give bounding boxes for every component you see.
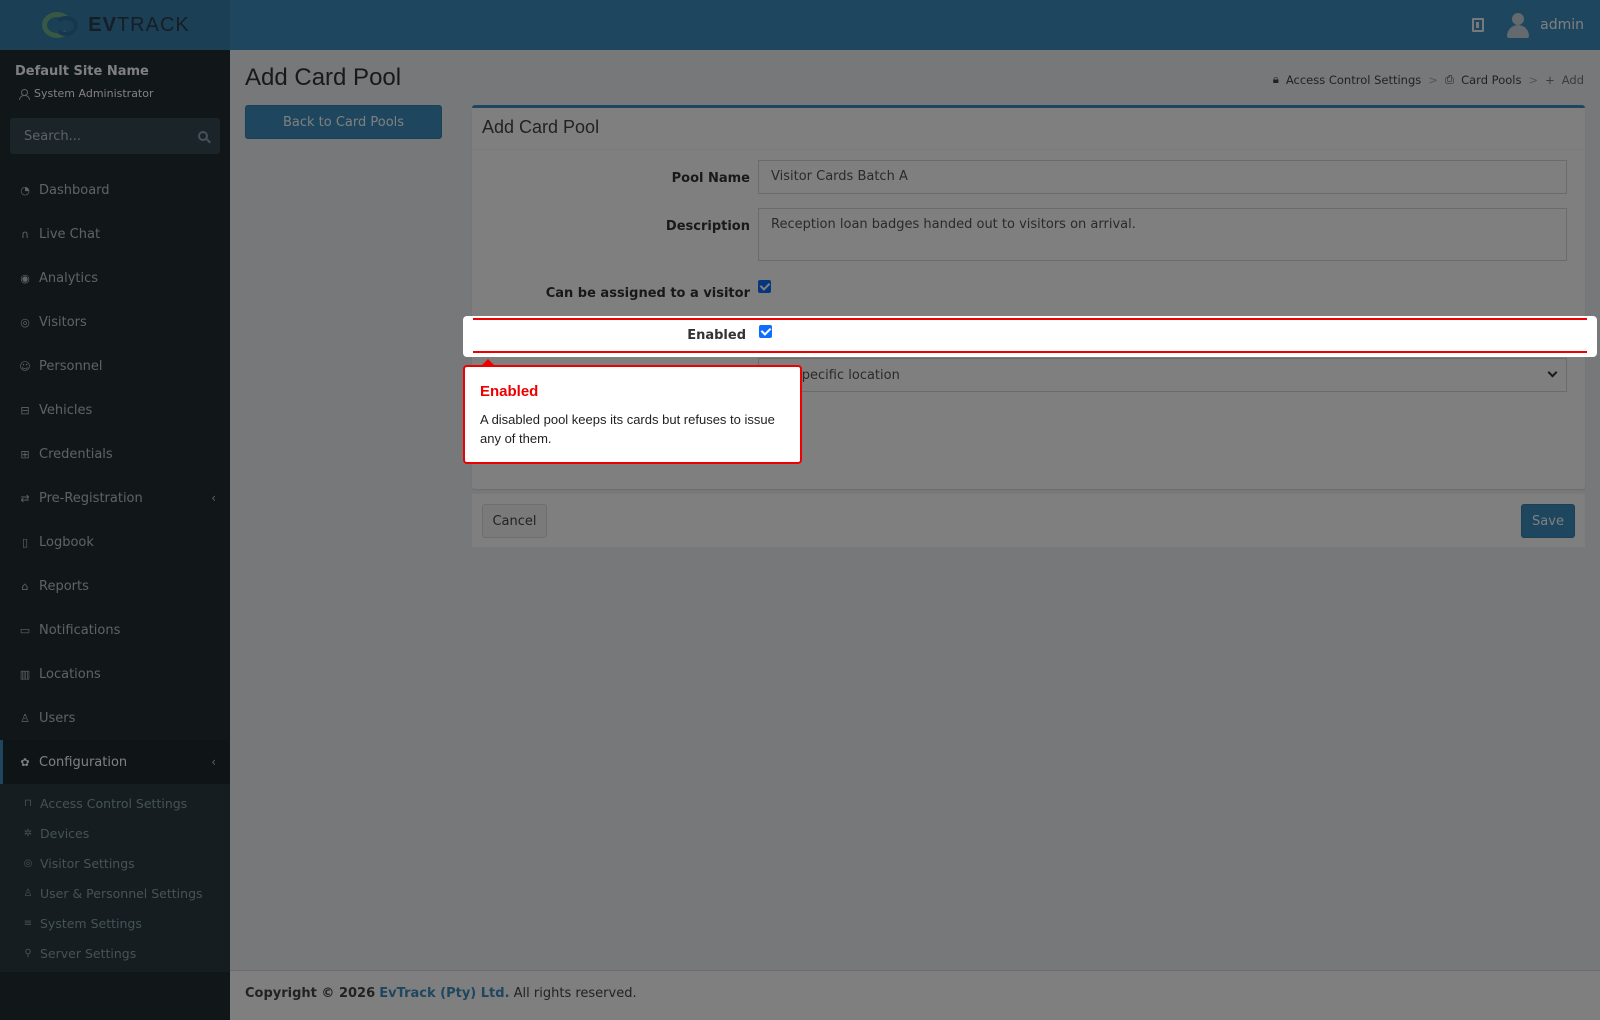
- breadcrumb-separator: >: [1428, 72, 1438, 87]
- breadcrumb-access-control-settings[interactable]: Access Control Settings: [1286, 73, 1421, 87]
- plus-icon: +: [1545, 72, 1555, 87]
- top-navbar: EVTRACK admin: [0, 0, 1600, 50]
- sidebar: Default Site Name System Administrator ◔…: [0, 50, 230, 1020]
- book-icon: ▯: [21, 535, 29, 549]
- submenu-item-user-personnel-settings[interactable]: ♙ User & Personnel Settings: [0, 878, 230, 908]
- sliders-icon: ≡: [23, 917, 33, 929]
- map-icon: ▥: [19, 667, 31, 681]
- person-icon: [19, 88, 30, 100]
- form-title: Add Card Pool: [472, 108, 1585, 150]
- back-to-card-pools-button[interactable]: Back to Card Pools: [245, 105, 442, 139]
- id-card-icon: ⊞: [20, 447, 30, 461]
- sidebar-item-vehicles[interactable]: ⊟ Vehicles: [0, 388, 230, 432]
- logo-mark-icon: [40, 10, 84, 40]
- description-textarea[interactable]: Reception loan badges handed out to visi…: [758, 208, 1567, 261]
- sidebar-search: [10, 118, 220, 154]
- sidebar-item-configuration[interactable]: ✿ Configuration ‹: [0, 740, 230, 784]
- pool-name-label: Pool Name: [671, 171, 750, 186]
- tour-tooltip: Enabled A disabled pool keeps its cards …: [463, 359, 802, 464]
- form-footer: Cancel Save: [472, 493, 1585, 547]
- submenu-item-server-settings[interactable]: ⚲ Server Settings: [0, 938, 230, 968]
- content-wrapper: Add Card Pool 🔒︎ Access Control Settings…: [230, 50, 1600, 970]
- enabled-highlight-frame: [473, 318, 1587, 353]
- submenu-item-access-control-settings[interactable]: ⊓ Access Control Settings: [0, 788, 230, 818]
- breadcrumb-separator: >: [1528, 72, 1539, 87]
- sidebar-item-credentials[interactable]: ⊞ Credentials: [0, 432, 230, 476]
- headset-icon: ∩: [20, 227, 30, 241]
- user-panel: Default Site Name System Administrator: [0, 50, 230, 106]
- building-icon[interactable]: [1472, 18, 1485, 32]
- sidebar-item-dashboard[interactable]: ◔ Dashboard: [0, 168, 230, 212]
- swap-icon: ⇄: [20, 491, 30, 505]
- chevron-down-icon: [1547, 367, 1558, 378]
- user-role: System Administrator: [34, 87, 154, 100]
- car-icon: ⊟: [20, 403, 30, 417]
- breadcrumb-add: Add: [1561, 72, 1584, 87]
- target-icon: ◉: [20, 271, 30, 285]
- tooltip-title: Enabled: [480, 383, 539, 400]
- configuration-submenu: ⊓ Access Control Settings ✲ Devices ◎ Visit…: [0, 784, 230, 972]
- cancel-button[interactable]: Cancel: [482, 504, 547, 538]
- company-link[interactable]: EvTrack (Pty) Ltd.: [379, 986, 509, 1001]
- gear-icon: ✿: [20, 755, 30, 769]
- logo[interactable]: EVTRACK: [0, 0, 230, 50]
- save-button[interactable]: Save: [1521, 504, 1575, 538]
- sidebar-item-locations[interactable]: ▥ Locations: [0, 652, 230, 696]
- sidebar-item-pre-registration[interactable]: ⇄ Pre-Registration ‹: [0, 476, 230, 520]
- chevron-left-icon: ‹: [211, 755, 216, 769]
- user-tie-icon: ☺: [19, 359, 31, 373]
- sidebar-item-reports[interactable]: ⌂ Reports: [0, 564, 230, 608]
- site-name: Default Site Name: [15, 64, 149, 79]
- submenu-item-devices[interactable]: ✲ Devices: [0, 818, 230, 848]
- chat-icon: ▭: [19, 623, 31, 637]
- sidebar-item-notifications[interactable]: ▭ Notifications: [0, 608, 230, 652]
- sidebar-item-live-chat[interactable]: ∩ Live Chat: [0, 212, 230, 256]
- avatar: [1506, 12, 1530, 38]
- enabled-row-spotlight: Enabled: [463, 316, 1597, 357]
- lock-icon: ⊓: [24, 797, 32, 809]
- lock-icon: 🔒︎: [1272, 72, 1279, 86]
- logo-text-bold: EV: [88, 13, 117, 36]
- user-menu[interactable]: admin: [1506, 12, 1584, 38]
- user-name: admin: [1540, 17, 1584, 33]
- visitor-assign-label: Can be assigned to a visitor: [545, 286, 750, 301]
- chart-icon: ⌂: [21, 579, 29, 593]
- logo-text-rest: TRACK: [116, 13, 190, 36]
- rights-text: All rights reserved.: [513, 986, 637, 1001]
- card-icon: ⎙: [1444, 72, 1455, 86]
- sidebar-item-logbook[interactable]: ▯ Logbook: [0, 520, 230, 564]
- dashboard-icon: ◔: [20, 183, 30, 197]
- description-label: Description: [665, 219, 750, 234]
- cog-icon: ✲: [23, 827, 33, 839]
- submenu-item-system-settings[interactable]: ≡ System Settings: [0, 908, 230, 938]
- pool-name-input[interactable]: Visitor Cards Batch A: [758, 160, 1567, 194]
- wrench-icon: ⚲: [24, 947, 32, 959]
- enabled-checkbox[interactable]: [759, 325, 772, 338]
- breadcrumb-card-pools[interactable]: Card Pools: [1461, 73, 1521, 87]
- copyright-text: Copyright © 2026: [245, 986, 376, 1001]
- chevron-left-icon: ‹: [211, 491, 216, 505]
- visitor-assign-checkbox[interactable]: [758, 280, 771, 293]
- sidebar-item-users[interactable]: ♙ Users: [0, 696, 230, 740]
- sidebar-item-personnel[interactable]: ☺ Personnel: [0, 344, 230, 388]
- sidebar-item-analytics[interactable]: ◉ Analytics: [0, 256, 230, 300]
- page-title: Add Card Pool: [245, 64, 402, 91]
- enabled-label: Enabled: [687, 328, 746, 343]
- tooltip-body: A disabled pool keeps its cards but refu…: [480, 412, 775, 446]
- sidebar-item-visitors[interactable]: ◎ Visitors: [0, 300, 230, 344]
- search-icon[interactable]: [198, 131, 208, 141]
- breadcrumb: 🔒︎ Access Control Settings > ⎙ Card Pool…: [1273, 72, 1584, 87]
- location-select[interactable]: specific location: [758, 358, 1567, 392]
- eye-icon: ◎: [23, 857, 33, 869]
- eye-icon: ◎: [20, 315, 30, 329]
- search-input[interactable]: [22, 127, 182, 145]
- users-icon: ♙: [20, 711, 30, 725]
- page-footer: Copyright © 2026 EvTrack (Pty) Ltd. All …: [230, 970, 1600, 1020]
- sidebar-menu: ◔ Dashboard ∩ Live Chat ◉ Analytics ◎ Visito…: [0, 168, 230, 784]
- submenu-item-visitor-settings[interactable]: ◎ Visitor Settings: [0, 848, 230, 878]
- users-cog-icon: ♙: [23, 887, 33, 899]
